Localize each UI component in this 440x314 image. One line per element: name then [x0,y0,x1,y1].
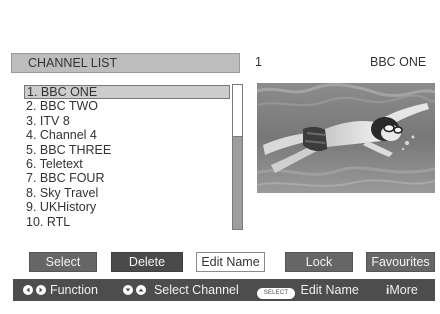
channel-list: 1. BBC ONE 2. BBC TWO 3. ITV 8 4. Channe… [24,85,230,231]
up-arrow-icon [136,285,147,295]
list-item[interactable]: 3. ITV 8 [24,114,230,128]
swimmer-preview-image [257,83,435,193]
help-select-channel-label: Select Channel [153,283,239,297]
list-item[interactable]: 5. BBC THREE [24,143,230,157]
current-channel-name: BBC ONE [370,55,427,69]
left-arrow-icon [23,285,33,295]
edit-name-button[interactable]: Edit Name [196,252,265,272]
list-item[interactable]: 9. UKHistory [24,200,230,214]
down-arrow-icon [123,285,133,295]
help-select-channel: Select Channel [123,279,239,301]
page-title: CHANNEL LIST [28,56,118,70]
delete-button[interactable]: Delete [111,252,183,272]
scrollbar-thumb[interactable] [233,85,242,137]
list-item-selected[interactable]: 1. BBC ONE [24,85,230,100]
right-arrow-icon [36,285,47,295]
help-more-label: More [389,283,418,297]
list-item[interactable]: 4. Channel 4 [24,128,230,142]
lock-button[interactable]: Lock [285,252,353,272]
list-item[interactable]: 2. BBC TWO [24,99,230,113]
favourites-button[interactable]: Favourites [366,252,435,272]
select-key-icon: SELECT [257,288,295,299]
help-edit-name-label: Edit Name [300,283,359,297]
channel-preview-image [257,83,435,193]
list-item[interactable]: 10. RTL [24,215,230,229]
help-bar: Function Select Channel SELECT Edit Name… [13,279,435,301]
help-edit-name: SELECT Edit Name [257,279,359,301]
help-more: iMore [386,279,418,301]
list-item[interactable]: 7. BBC FOUR [24,171,230,185]
list-item[interactable]: 6. Teletext [24,157,230,171]
help-function: Function [23,279,98,301]
help-function-label: Function [49,283,98,297]
list-item[interactable]: 8. Sky Travel [24,186,230,200]
channel-list-header: CHANNEL LIST [11,53,240,73]
channel-list-scrollbar[interactable] [232,84,243,230]
current-channel-number: 1 [255,55,262,69]
select-button[interactable]: Select [29,252,97,272]
